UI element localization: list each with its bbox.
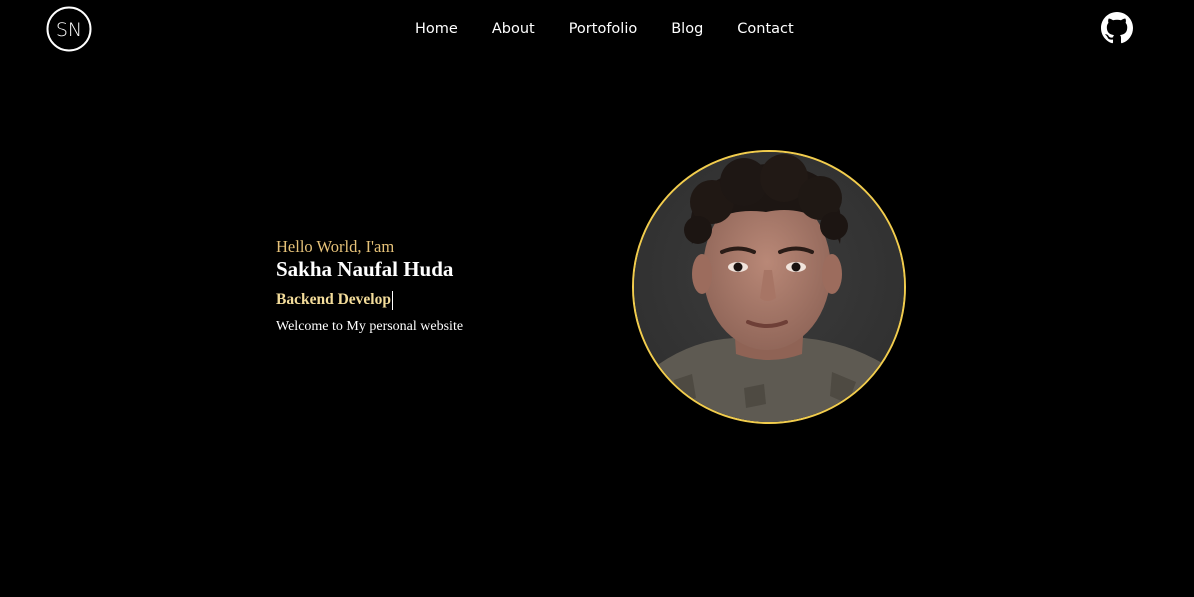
hero-intro: Hello World, I'am Sakha Naufal Huda Back… — [276, 236, 576, 336]
typing-cursor — [391, 290, 393, 310]
logo-text: SN — [56, 19, 82, 41]
logo-icon[interactable]: SN — [46, 6, 92, 52]
site-header: SN Home About Portofolio Blog Contact — [0, 0, 1194, 58]
hero-typed-role: Backend Develop — [276, 291, 391, 308]
hero-role-line: Backend Develop — [276, 290, 576, 310]
main-nav: Home About Portofolio Blog Contact — [398, 18, 811, 40]
profile-photo-icon — [634, 152, 904, 422]
nav-home[interactable]: Home — [398, 18, 475, 40]
hero-welcome: Welcome to My personal website — [276, 319, 464, 334]
hero-greeting: Hello World, I'am — [276, 237, 395, 256]
avatar — [632, 150, 906, 424]
github-icon[interactable] — [1101, 12, 1133, 44]
nav-about[interactable]: About — [475, 18, 552, 40]
nav-contact[interactable]: Contact — [720, 18, 810, 40]
logo-mark: SN — [46, 6, 92, 52]
nav-portofolio[interactable]: Portofolio — [552, 18, 655, 40]
github-glyph — [1101, 12, 1133, 44]
nav-blog[interactable]: Blog — [654, 18, 720, 40]
hero-name: Sakha Naufal Huda — [276, 257, 454, 281]
